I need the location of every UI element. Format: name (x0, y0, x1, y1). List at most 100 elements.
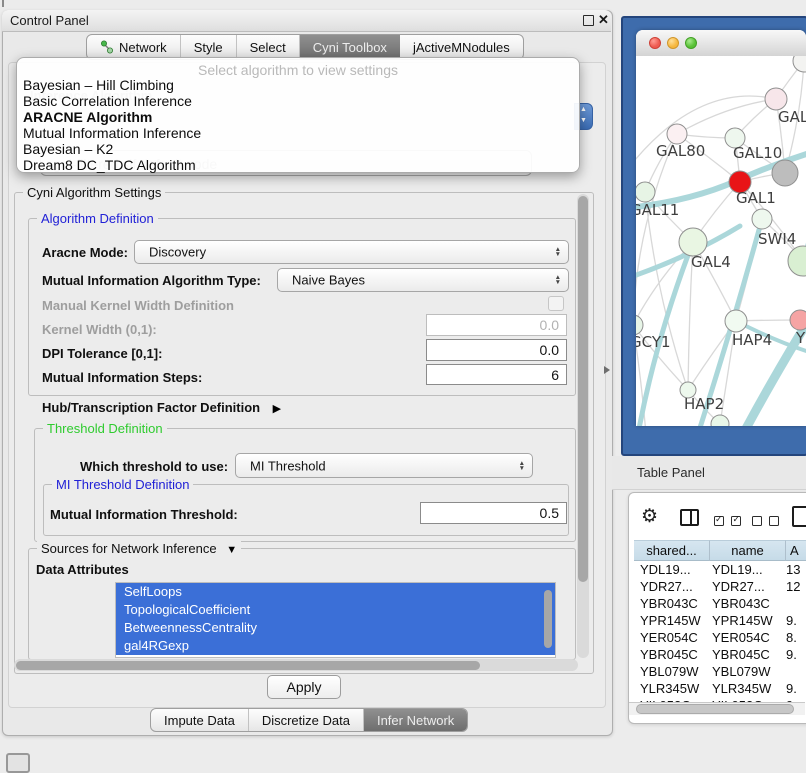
which-threshold-combobox[interactable]: MI Threshold ▲▼ (235, 453, 533, 478)
apply-button[interactable]: Apply (267, 675, 341, 699)
attribute-item-topologicalcoefficient[interactable]: TopologicalCoefficient (116, 601, 555, 619)
network-node[interactable] (788, 246, 806, 276)
expanded-arrow-icon: ▼ (226, 544, 237, 556)
columns-icon[interactable] (680, 509, 699, 526)
attribute-item-betweennesscentrality[interactable]: BetweennessCentrality (116, 619, 555, 637)
combo-stepper-icon: ▲▼ (555, 275, 561, 285)
combo-stepper-icon: ▲▼ (555, 247, 561, 257)
hub-definition-expander[interactable]: Hub/Transcription Factor Definition ▶ (42, 399, 281, 417)
network-node[interactable] (793, 56, 806, 72)
kernel-width-value: 0.0 (540, 317, 559, 333)
network-node[interactable] (679, 228, 707, 256)
svg-text:GAL10: GAL10 (733, 144, 782, 162)
threshold-definition-title: Threshold Definition (43, 421, 167, 436)
clipped-toolbar-icon[interactable] (6, 753, 30, 773)
tab-impute-data[interactable]: Impute Data (151, 709, 249, 731)
column-header-clipped[interactable]: A (786, 540, 806, 561)
settings-vscroll-thumb[interactable] (578, 196, 588, 582)
algorithm-dropdown-placeholder: Select algorithm to view settings (17, 62, 579, 78)
network-canvas[interactable]: GAL GAL80 GAL10 GAL1 GAL11 SWI4 GAL4 GCY… (636, 56, 806, 426)
mi-algorithm-type-combobox[interactable]: Naive Bayes ▲▼ (277, 268, 569, 292)
network-bundle-edges (636, 151, 806, 426)
aracne-mode-label: Aracne Mode: (42, 245, 128, 260)
mac-close-button[interactable] (649, 37, 661, 49)
dpi-tolerance-value: 0.0 (540, 342, 559, 358)
cyni-bottom-tabs: Impute Data Discretize Data Infer Networ… (150, 708, 468, 732)
control-panel-title: Control Panel (10, 13, 89, 28)
manual-kernel-width-checkbox[interactable] (548, 296, 564, 311)
aracne-mode-combobox[interactable]: Discovery ▲▼ (134, 240, 569, 264)
tab-discretize-data[interactable]: Discretize Data (249, 709, 364, 731)
tab-infer-network[interactable]: Infer Network (364, 709, 467, 731)
network-node[interactable] (752, 209, 772, 229)
svg-text:HAP4: HAP4 (732, 331, 772, 349)
algorithm-option-mutual-information[interactable]: Mutual Information Inference (23, 125, 571, 141)
panel-splitter-handle[interactable] (604, 366, 610, 374)
float-window-icon[interactable] (583, 15, 594, 26)
manual-kernel-width-label: Manual Kernel Width Definition (42, 298, 234, 313)
algorithm-option-bayesian-k2[interactable]: Bayesian – K2 (23, 141, 571, 157)
column-header-name[interactable]: name (710, 540, 786, 561)
attributes-list-scrollbar[interactable] (544, 590, 552, 648)
tab-select[interactable]: Select (237, 35, 300, 59)
network-node[interactable] (725, 310, 747, 332)
mi-threshold-field[interactable]: 0.5 (420, 502, 567, 524)
window-edge-fragment (2, 0, 4, 7)
network-node[interactable] (790, 310, 806, 330)
mac-minimize-button[interactable] (667, 37, 679, 49)
data-attributes-label: Data Attributes (36, 562, 129, 577)
settings-hscroll-thumb[interactable] (16, 661, 480, 670)
table-hscroll-thumb[interactable] (636, 704, 794, 714)
network-node[interactable] (765, 88, 787, 110)
tab-style[interactable]: Style (181, 35, 237, 59)
which-threshold-value: MI Threshold (250, 458, 326, 473)
network-view-window: GAL GAL80 GAL10 GAL1 GAL11 SWI4 GAL4 GCY… (636, 30, 806, 426)
table-rows: YDL19...YDL19...13 YDR27...YDR27...12 YB… (628, 561, 806, 702)
sources-group-title[interactable]: Sources for Network Inference ▼ (37, 541, 241, 558)
network-node[interactable] (667, 124, 687, 144)
combo-stepper-icon: ▲▼ (519, 461, 525, 471)
clipped-table-toolbar-icon[interactable] (792, 506, 806, 527)
mi-threshold-value: 0.5 (540, 505, 559, 521)
mi-steps-field[interactable]: 6 (426, 364, 567, 385)
algorithm-option-dream8[interactable]: Dream8 DC_TDC Algorithm (23, 157, 571, 173)
algorithm-option-bayesian-hill-climbing[interactable]: Bayesian – Hill Climbing (23, 77, 571, 93)
deselect-all-columns-icon[interactable] (752, 513, 779, 531)
gear-icon[interactable]: ⚙ (641, 505, 658, 528)
algorithm-definition-title: Algorithm Definition (37, 211, 158, 226)
aracne-mode-value: Discovery (149, 245, 206, 260)
svg-text:GAL11: GAL11 (636, 201, 679, 219)
attribute-item-gal4rgexp[interactable]: gal4RGexp (116, 637, 555, 655)
table-panel-title: Table Panel (637, 465, 705, 480)
mi-threshold-label: Mutual Information Threshold: (50, 507, 238, 522)
tab-network[interactable]: Network (87, 35, 181, 59)
tab-cyni-toolbox[interactable]: Cyni Toolbox (300, 35, 400, 59)
control-panel-titlebar[interactable] (2, 10, 611, 32)
mi-algorithm-type-value: Naive Bayes (292, 273, 365, 288)
attribute-item-selfloops[interactable]: SelfLoops (116, 583, 555, 601)
network-node[interactable] (636, 315, 643, 335)
close-icon[interactable]: ✕ (598, 12, 609, 28)
network-node[interactable] (772, 160, 798, 186)
tab-network-label: Network (119, 40, 167, 55)
dpi-tolerance-field[interactable]: 0.0 (426, 339, 567, 361)
kernel-width-label: Kernel Width (0,1): (42, 322, 157, 337)
network-node[interactable] (711, 415, 729, 426)
tab-jactivemnodules[interactable]: jActiveMNodules (400, 35, 523, 59)
svg-text:HAP2: HAP2 (684, 395, 724, 413)
network-node[interactable] (636, 182, 655, 202)
mac-zoom-button[interactable] (685, 37, 697, 49)
svg-text:SWI4: SWI4 (758, 230, 796, 248)
column-header-shared-name[interactable]: shared... (634, 540, 710, 561)
mi-algorithm-type-label: Mutual Information Algorithm Type: (42, 273, 261, 288)
data-attributes-list: SelfLoops TopologicalCoefficient Between… (115, 582, 556, 658)
algorithm-option-aracne[interactable]: ARACNE Algorithm (23, 109, 571, 125)
sources-title-label: Sources for Network Inference (41, 541, 217, 556)
network-window-titlebar[interactable] (636, 30, 806, 57)
screen: { "icons": { "close": "✕", "stepper_up":… (0, 0, 806, 762)
kernel-width-field[interactable]: 0.0 (426, 314, 567, 336)
algorithm-option-basic-correlation[interactable]: Basic Correlation Inference (23, 93, 571, 109)
select-all-columns-icon[interactable]: ✓ ✓ (714, 513, 741, 531)
cyni-algorithm-settings-title: Cyni Algorithm Settings (23, 185, 165, 200)
svg-text:GAL1: GAL1 (736, 189, 776, 207)
